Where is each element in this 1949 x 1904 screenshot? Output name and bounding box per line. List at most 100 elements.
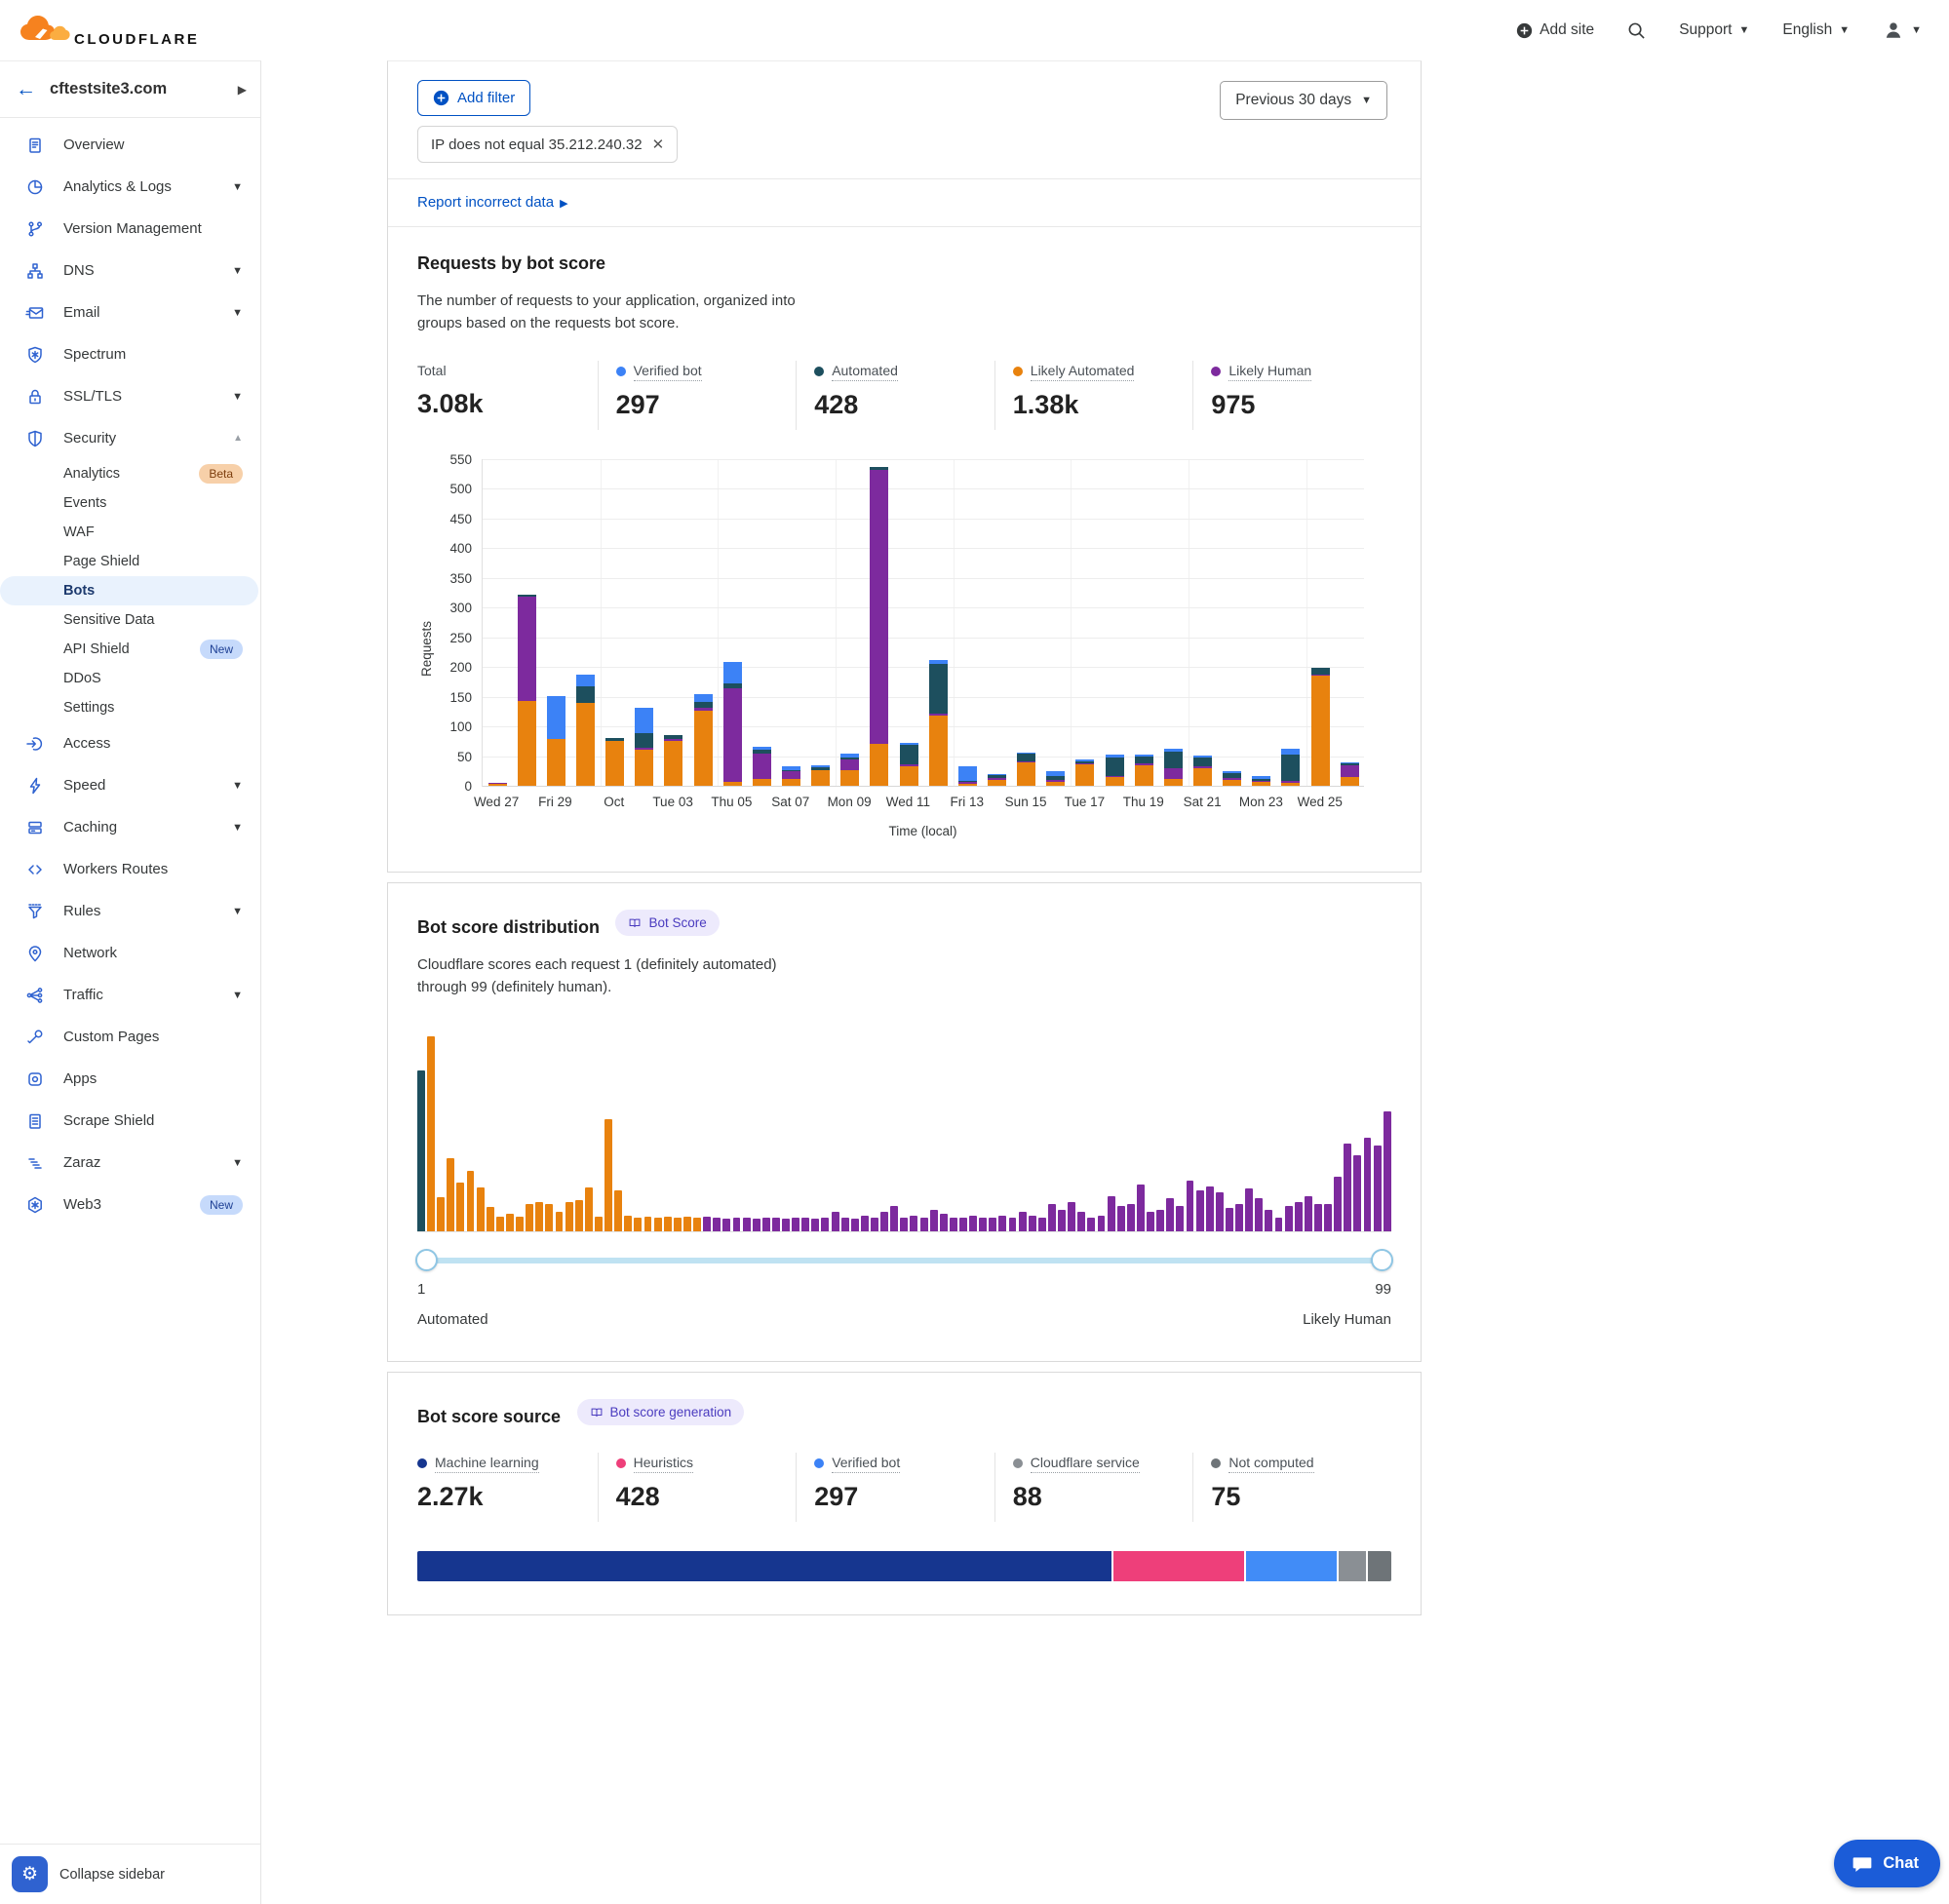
distribution-bar[interactable]: [998, 1216, 1006, 1231]
distribution-bar[interactable]: [792, 1218, 799, 1231]
distribution-bar[interactable]: [851, 1219, 859, 1231]
filter-chip[interactable]: IP does not equal 35.212.240.32 ✕: [417, 126, 678, 163]
bar-column[interactable]: [1129, 459, 1158, 786]
source-segment-heuristics[interactable]: [1113, 1551, 1245, 1581]
sidebar-item-email[interactable]: Email▼: [0, 291, 260, 333]
sidebar-item-settings[interactable]: Settings: [0, 693, 260, 722]
bar-column[interactable]: [806, 459, 836, 786]
sidebar-item-waf[interactable]: WAF: [0, 518, 260, 547]
bar-column[interactable]: [894, 459, 923, 786]
distribution-bar[interactable]: [1009, 1218, 1017, 1231]
sidebar-item-analytics-logs[interactable]: Analytics & Logs▼: [0, 166, 260, 208]
stat-label[interactable]: Automated: [814, 363, 898, 381]
sidebar-item-ssl-tls[interactable]: SSL/TLS▼: [0, 375, 260, 417]
distribution-bar[interactable]: [703, 1217, 711, 1231]
distribution-bar[interactable]: [1098, 1216, 1106, 1231]
sidebar-item-page-shield[interactable]: Page Shield: [0, 547, 260, 576]
distribution-bar[interactable]: [1344, 1144, 1351, 1231]
distribution-bar[interactable]: [782, 1219, 790, 1231]
stat-label[interactable]: Likely Automated: [1013, 363, 1135, 381]
sidebar-item-dns[interactable]: DNS▼: [0, 250, 260, 291]
distribution-bar[interactable]: [654, 1218, 662, 1231]
add-site-button[interactable]: Add site: [1516, 21, 1594, 39]
cloudflare-logo[interactable]: CLOUDFLARE: [16, 11, 199, 50]
sidebar-item-caching[interactable]: Caching▼: [0, 806, 260, 848]
distribution-bar[interactable]: [614, 1190, 622, 1231]
distribution-bar[interactable]: [1245, 1188, 1253, 1231]
distribution-bar[interactable]: [1137, 1185, 1145, 1231]
sidebar-item-version-management[interactable]: Version Management: [0, 208, 260, 250]
source-segment-not-computed[interactable]: [1368, 1551, 1391, 1581]
distribution-bar[interactable]: [930, 1210, 938, 1231]
add-filter-button[interactable]: Add filter: [417, 80, 530, 116]
bar-column[interactable]: [1188, 459, 1217, 786]
distribution-bar[interactable]: [526, 1204, 533, 1231]
sidebar-item-api-shield[interactable]: API ShieldNew: [0, 635, 260, 664]
bar-column[interactable]: [1247, 459, 1276, 786]
bar-column[interactable]: [630, 459, 659, 786]
distribution-bar[interactable]: [604, 1119, 612, 1231]
bar-column[interactable]: [1306, 459, 1335, 786]
distribution-bar[interactable]: [969, 1216, 977, 1231]
distribution-bar[interactable]: [1077, 1212, 1085, 1231]
stat-label[interactable]: Not computed: [1211, 1455, 1313, 1473]
distribution-bar[interactable]: [545, 1204, 553, 1231]
stat-label[interactable]: Machine learning: [417, 1455, 539, 1473]
distribution-bar[interactable]: [456, 1183, 464, 1231]
bar-column[interactable]: [570, 459, 600, 786]
bar-column[interactable]: [601, 459, 630, 786]
stat-label[interactable]: Verified bot: [814, 1455, 900, 1473]
distribution-bar[interactable]: [644, 1217, 652, 1231]
distribution-bar[interactable]: [624, 1216, 632, 1231]
sidebar-item-sensitive-data[interactable]: Sensitive Data: [0, 605, 260, 635]
sidebar-item-custom-pages[interactable]: Custom Pages: [0, 1016, 260, 1058]
sidebar-item-traffic[interactable]: Traffic▼: [0, 974, 260, 1016]
collapse-sidebar-label[interactable]: Collapse sidebar: [59, 1867, 165, 1883]
distribution-bar[interactable]: [753, 1219, 760, 1231]
source-segment-verified-bot[interactable]: [1246, 1551, 1337, 1581]
bar-column[interactable]: [953, 459, 982, 786]
distribution-bar[interactable]: [634, 1218, 642, 1231]
distribution-bar[interactable]: [1226, 1208, 1233, 1231]
report-incorrect-data-link[interactable]: Report incorrect data▶: [417, 194, 568, 211]
bar-column[interactable]: [836, 459, 865, 786]
distribution-bar[interactable]: [1087, 1218, 1095, 1231]
distribution-bar[interactable]: [1048, 1204, 1056, 1231]
distribution-bar[interactable]: [1353, 1155, 1361, 1231]
source-segment-cloudflare-service[interactable]: [1339, 1551, 1366, 1581]
distribution-bar[interactable]: [674, 1218, 682, 1231]
sidebar-item-scrape-shield[interactable]: Scrape Shield: [0, 1100, 260, 1142]
chat-button[interactable]: Chat: [1834, 1840, 1940, 1887]
sidebar-item-zaraz[interactable]: Zaraz▼: [0, 1142, 260, 1184]
search-button[interactable]: [1627, 21, 1646, 40]
distribution-bar[interactable]: [1206, 1186, 1214, 1231]
distribution-bar[interactable]: [989, 1218, 996, 1231]
distribution-bar[interactable]: [1147, 1212, 1154, 1231]
distribution-bar[interactable]: [713, 1218, 721, 1231]
chevron-right-icon[interactable]: ▶: [238, 83, 247, 97]
distribution-bar[interactable]: [1038, 1218, 1046, 1231]
bar-column[interactable]: [1276, 459, 1306, 786]
distribution-bar[interactable]: [1295, 1202, 1303, 1231]
distribution-bar[interactable]: [467, 1171, 475, 1231]
distribution-bar[interactable]: [801, 1218, 809, 1231]
distribution-bar[interactable]: [1265, 1210, 1272, 1231]
distribution-bar[interactable]: [1108, 1196, 1115, 1231]
distribution-bar[interactable]: [1314, 1204, 1322, 1231]
distribution-bar[interactable]: [1187, 1181, 1194, 1231]
bar-column[interactable]: [747, 459, 776, 786]
distribution-bar[interactable]: [693, 1218, 701, 1231]
support-menu[interactable]: Support▼: [1679, 21, 1749, 39]
sidebar-item-network[interactable]: Network: [0, 932, 260, 974]
sidebar-item-security[interactable]: Security▲: [0, 417, 260, 459]
bar-column[interactable]: [1335, 459, 1364, 786]
bot-score-generation-badge[interactable]: Bot score generation: [577, 1399, 745, 1425]
distribution-bar[interactable]: [1117, 1206, 1125, 1231]
distribution-bar[interactable]: [1127, 1204, 1135, 1231]
distribution-bar[interactable]: [1334, 1177, 1342, 1231]
distribution-bar[interactable]: [1374, 1146, 1382, 1231]
bar-column[interactable]: [688, 459, 718, 786]
distribution-bar[interactable]: [575, 1200, 583, 1231]
stat-label[interactable]: Heuristics: [616, 1455, 693, 1473]
distribution-bar[interactable]: [1058, 1210, 1066, 1231]
